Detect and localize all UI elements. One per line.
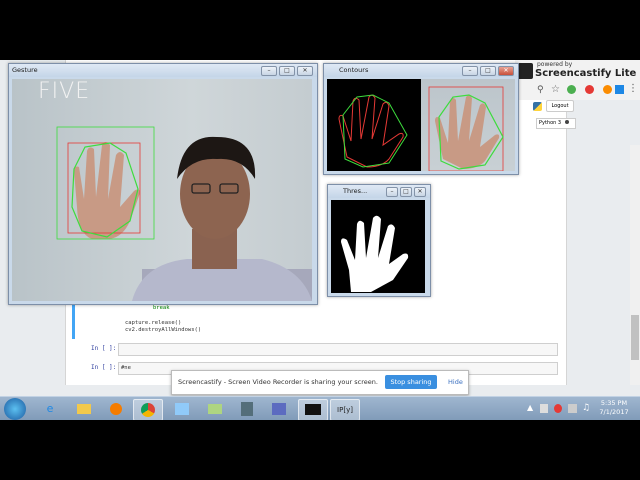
cmd-icon[interactable] — [298, 399, 328, 420]
kernel-indicator: Python 3 — [536, 118, 576, 129]
code-line-release: capture.release() — [125, 320, 182, 326]
tray-volume-icon[interactable]: ♫ — [582, 403, 590, 413]
gesture-scene — [56, 126, 312, 301]
contour-drawing — [338, 94, 408, 168]
tray-flag-icon[interactable] — [540, 404, 548, 413]
screencastify-logo-icon — [517, 63, 533, 79]
app-icon-3[interactable] — [233, 399, 261, 419]
cell-prompt-2: In [ ]: — [91, 364, 117, 371]
app-icon-2[interactable] — [201, 399, 229, 419]
white-hand-mask — [341, 215, 409, 292]
extension-green-icon[interactable] — [567, 85, 576, 94]
code-break-line: break — [153, 305, 170, 311]
minimize-button[interactable]: – — [462, 66, 478, 76]
cell-prompt-1: In [ ]: — [91, 345, 117, 352]
powered-by-text: powered by — [537, 61, 573, 68]
chrome-icon[interactable] — [133, 399, 163, 420]
screencastify-brand: Screencastify Lite — [535, 68, 637, 79]
extension-orange-icon[interactable] — [603, 85, 612, 94]
minimize-button[interactable]: – — [386, 187, 398, 197]
close-button[interactable]: ✕ — [297, 66, 313, 76]
gesture-titlebar[interactable]: Gesture – □ ✕ — [9, 64, 317, 77]
browser-toolbar-area: powered by Screencastify Lite ⚲ ☆ ⋮ — [515, 60, 640, 100]
threshold-window[interactable]: Thres... – □ ✕ — [327, 184, 431, 297]
tray-chevron-icon[interactable]: ▲ — [527, 403, 533, 412]
network-app-icon[interactable] — [265, 399, 293, 419]
kernel-label: Python 3 — [539, 120, 562, 126]
close-button[interactable]: ✕ — [498, 66, 514, 76]
star-icon[interactable]: ☆ — [551, 84, 560, 95]
code-line-destroy: cv2.destroyAllWindows() — [125, 327, 202, 333]
maximize-button[interactable]: □ — [279, 66, 295, 76]
clock-time: 5:35 PM — [600, 399, 628, 407]
desktop-screen: Logout Python 3 break capture.release() … — [0, 60, 640, 420]
threshold-hand — [341, 215, 409, 292]
windows-taskbar: e IP[y] ▲ ♫ 5:35 PM 7/1/2017 — [0, 396, 640, 420]
start-button[interactable] — [4, 398, 26, 420]
tray-app-icon[interactable] — [554, 404, 562, 413]
stop-sharing-button[interactable]: Stop sharing — [385, 375, 437, 389]
taskbar-clock[interactable]: 5:35 PM 7/1/2017 — [596, 399, 632, 417]
hide-link[interactable]: Hide — [448, 378, 463, 386]
app-icon-1[interactable] — [168, 399, 196, 419]
contours-window-title: Contours — [339, 66, 369, 74]
contour-color-drawing — [428, 86, 504, 171]
kernel-status-icon — [564, 120, 569, 124]
clock-date: 7/1/2017 — [599, 408, 629, 416]
share-message: Screencastify - Screen Video Recorder is… — [178, 378, 378, 386]
threshold-image — [331, 200, 425, 293]
gesture-label: FIVE — [38, 79, 91, 104]
extension-drive-icon[interactable] — [615, 85, 624, 94]
internet-explorer-icon[interactable]: e — [36, 399, 64, 419]
tray-network-icon[interactable] — [568, 404, 577, 413]
screen-share-bar: Screencastify - Screen Video Recorder is… — [171, 370, 469, 395]
cell-2-text: #ne — [121, 365, 131, 371]
menu-icon[interactable]: ⋮ — [628, 83, 638, 94]
logout-button[interactable]: Logout — [546, 100, 574, 112]
close-button[interactable]: ✕ — [414, 187, 426, 197]
threshold-window-title: Thres... — [343, 187, 368, 195]
empty-code-cell-1[interactable] — [118, 343, 558, 356]
contours-titlebar[interactable]: Contours – □ ✕ — [324, 64, 518, 77]
threshold-titlebar[interactable]: Thres... – □ ✕ — [328, 185, 430, 198]
maximize-button[interactable]: □ — [480, 66, 496, 76]
ipython-icon[interactable]: IP[y] — [330, 399, 360, 420]
scrollbar-thumb[interactable] — [631, 315, 639, 360]
page-scrollbar[interactable] — [630, 145, 640, 385]
contours-black-panel — [327, 79, 421, 171]
contours-window[interactable]: Contours – □ ✕ — [323, 63, 519, 175]
gesture-window-title: Gesture — [12, 66, 38, 74]
code-cell-selected[interactable]: break capture.release() cv2.destroyAllWi… — [72, 305, 558, 339]
search-icon[interactable]: ⚲ — [537, 85, 544, 95]
hand-shape — [74, 142, 140, 239]
minimize-button[interactable]: – — [261, 66, 277, 76]
gesture-window[interactable]: Gesture – □ ✕ FIVE — [8, 63, 318, 305]
contours-color-panel — [421, 79, 515, 171]
media-player-icon[interactable] — [102, 399, 130, 419]
file-explorer-icon[interactable] — [70, 399, 98, 419]
maximize-button[interactable]: □ — [400, 187, 412, 197]
gesture-video-frame: FIVE — [12, 79, 312, 301]
python-logo-icon — [533, 102, 542, 111]
extension-red-icon[interactable] — [585, 85, 594, 94]
